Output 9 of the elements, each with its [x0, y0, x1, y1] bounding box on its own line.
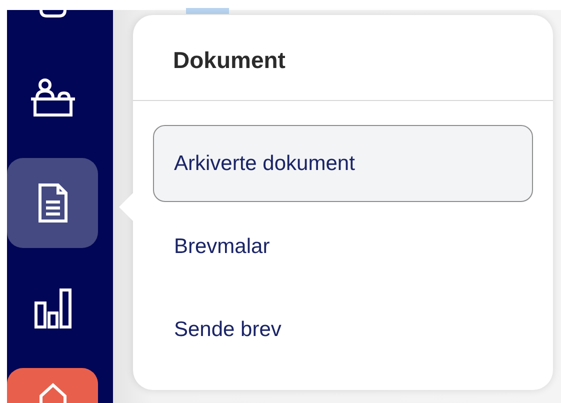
- person-at-desk-icon: [28, 78, 76, 118]
- bar-chart-icon: [32, 287, 72, 329]
- menu-item[interactable]: Arkiverte dokument: [153, 125, 533, 202]
- menu-item[interactable]: Brevmalar: [153, 208, 533, 285]
- menu-item[interactable]: Sende brev: [153, 291, 533, 368]
- house-icon: [38, 382, 68, 403]
- document-nav-button[interactable]: [7, 158, 98, 248]
- document-icon: [36, 182, 68, 224]
- menu-title: Dokument: [172, 46, 286, 71]
